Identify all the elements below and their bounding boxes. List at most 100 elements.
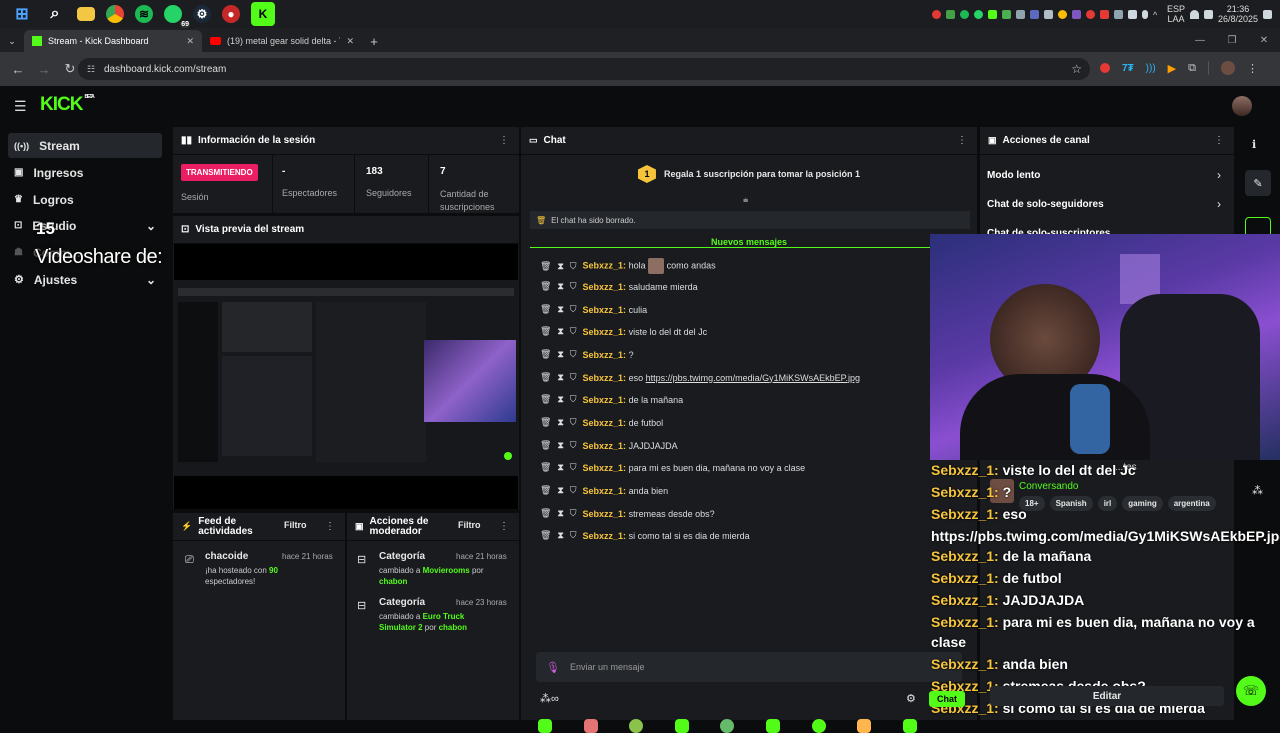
timeout-icon[interactable]: ⧗ (557, 462, 563, 473)
delete-message-icon[interactable]: 🗑 (540, 304, 551, 315)
chat-message[interactable]: 🗑 ⧗ ⛉ Sebxzz_1: hola como andas (540, 258, 716, 274)
bookmark-star-icon[interactable]: ☆ (1071, 62, 1082, 76)
ban-shield-icon[interactable]: ⛉ (570, 261, 577, 272)
notification-icon[interactable] (1263, 9, 1272, 19)
chat-link[interactable]: https://pbs.twimg.com/media/Gy1MiKSWsAEk… (646, 373, 860, 383)
delete-message-icon[interactable]: 🗑 (540, 394, 551, 405)
search-icon[interactable]: ⌕ (44, 3, 66, 25)
chat-button[interactable]: Chat (929, 691, 965, 707)
emote-icon[interactable] (812, 719, 826, 733)
share-icon[interactable]: ⁂ (1252, 484, 1263, 497)
ban-shield-icon[interactable]: ⛉ (570, 281, 577, 292)
chat-message[interactable]: 🗑 ⧗ ⛉ Sebxzz_1: culia (540, 304, 647, 315)
profile-avatar[interactable] (1221, 61, 1235, 75)
maximize-window-button[interactable]: ❐ (1216, 30, 1248, 52)
close-window-button[interactable]: ✕ (1248, 30, 1280, 52)
chat-username[interactable]: Sebxzz_1: (583, 373, 627, 383)
chat-username[interactable]: Sebxzz_1: (583, 350, 627, 360)
emote-icon[interactable] (857, 719, 871, 733)
spotify-icon[interactable]: ≋ (135, 5, 153, 23)
new-tab-button[interactable]: + (362, 30, 386, 52)
more-options-icon[interactable]: ⋮ (325, 521, 335, 532)
chat-username[interactable]: Sebxzz_1: (583, 463, 627, 473)
chat-username[interactable]: Sebxzz_1: (583, 441, 627, 451)
chat-message[interactable]: 🗑 ⧗ ⛉ Sebxzz_1: viste lo del dt del Jc (540, 326, 707, 337)
extension-icon[interactable]: ))) (1146, 63, 1156, 74)
ban-shield-icon[interactable]: ⛉ (570, 530, 577, 541)
minimize-window-button[interactable]: — (1184, 30, 1216, 52)
microphone-icon[interactable] (1141, 9, 1148, 19)
filter-button[interactable]: Filtro (458, 520, 481, 530)
microphone-icon[interactable]: 🎙 (546, 661, 560, 674)
delete-message-icon[interactable]: 🗑 (540, 281, 551, 292)
chat-username[interactable]: Sebxzz_1: (583, 282, 627, 292)
chat-input[interactable]: 🎙 Enviar un mensaje (536, 652, 962, 682)
hamburger-menu-icon[interactable]: ☰ (14, 98, 27, 115)
ban-shield-icon[interactable]: ⛉ (570, 372, 577, 383)
timeout-icon[interactable]: ⧗ (557, 394, 563, 405)
filter-button[interactable]: Filtro (284, 520, 307, 530)
ban-shield-icon[interactable]: ⛉ (570, 440, 577, 451)
chat-username[interactable]: Sebxzz_1: (583, 509, 627, 519)
tab-close-icon[interactable]: ✕ (346, 36, 354, 47)
ban-shield-icon[interactable]: ⛉ (570, 349, 577, 360)
more-options-icon[interactable]: ⋮ (1214, 135, 1224, 146)
address-bar[interactable]: ☷ dashboard.kick.com/stream ☆ (78, 58, 1090, 80)
tag-chip[interactable]: gaming (1122, 496, 1163, 511)
tray-kick-icon[interactable] (987, 9, 997, 19)
chat-message[interactable]: 🗑 ⧗ ⛉ Sebxzz_1: saludame mierda (540, 281, 698, 292)
sidebar-item-logros[interactable]: ♛ Logros (8, 187, 162, 212)
tray-app-icon[interactable] (1015, 9, 1025, 19)
timeout-icon[interactable]: ⧗ (557, 372, 563, 383)
user-avatar[interactable] (1232, 96, 1252, 116)
file-explorer-icon[interactable] (77, 7, 95, 21)
emote-icon[interactable] (903, 719, 917, 733)
back-arrow-icon[interactable]: ← (10, 62, 26, 77)
chevron-up-icon[interactable]: ^ (1153, 10, 1162, 20)
chat-message[interactable]: 🗑 ⧗ ⛉ Sebxzz_1: para mi es buen dia, mañana… (540, 462, 805, 473)
screen-recorder-icon[interactable]: ● (222, 5, 240, 23)
info-icon[interactable]: ℹ (1252, 138, 1256, 151)
sidebar-item-estudio[interactable]: ⊡ Estudio ⌄ (8, 213, 162, 238)
emote-icon[interactable] (720, 719, 734, 733)
slow-mode-toggle[interactable]: Modo lento (987, 170, 1040, 181)
ban-shield-icon[interactable]: ⛉ (570, 462, 577, 473)
steam-icon[interactable]: ⚙ (193, 5, 211, 23)
more-options-icon[interactable]: ⋮ (499, 521, 509, 532)
delete-message-icon[interactable]: 🗑 (540, 372, 551, 383)
chat-message[interactable]: 🗑 ⧗ ⛉ Sebxzz_1: de la mañana (540, 394, 683, 405)
delete-message-icon[interactable]: 🗑 (540, 326, 551, 337)
sidebar-item-stream[interactable]: ((•)) Stream (8, 133, 162, 158)
chevron-right-icon[interactable]: › (1217, 197, 1221, 211)
chat-message[interactable]: 🗑 ⧗ ⛉ Sebxzz_1: eso https://pbs.twimg.com/m… (540, 372, 860, 383)
emote-icon[interactable] (584, 719, 598, 733)
tab-close-icon[interactable]: ✕ (186, 36, 194, 47)
chat-message[interactable]: 🗑 ⧗ ⛉ Sebxzz_1: JAJDJAJDA (540, 440, 678, 451)
timeout-icon[interactable]: ⧗ (557, 281, 563, 292)
delete-message-icon[interactable]: 🗑 (540, 462, 551, 473)
tray-spotify-icon[interactable] (959, 9, 969, 19)
browser-tab-youtube[interactable]: (19) metal gear solid delta - Yo ✕ (202, 30, 362, 52)
extension-icon[interactable]: ▶ (1168, 62, 1176, 75)
tab-list-chevron-icon[interactable]: ⌄ (0, 30, 24, 52)
ban-shield-icon[interactable]: ⛉ (570, 304, 577, 315)
delete-message-icon[interactable]: 🗑 (540, 508, 551, 519)
browser-menu-icon[interactable]: ⋮ (1247, 62, 1258, 75)
chat-message[interactable]: 🗑 ⧗ ⛉ Sebxzz_1: ? (540, 349, 634, 360)
kick-app-icon[interactable]: K (251, 2, 275, 26)
tag-chip[interactable]: Spanish (1049, 496, 1093, 511)
extension-icon[interactable]: 7₮ (1122, 63, 1134, 74)
tray-chrome-icon[interactable] (1057, 9, 1067, 19)
clock[interactable]: 21:36 26/8/2025 (1218, 4, 1258, 24)
forward-arrow-icon[interactable]: → (36, 62, 52, 77)
timeout-icon[interactable]: ⧗ (557, 349, 563, 360)
timeout-icon[interactable]: ⧗ (557, 304, 563, 315)
delete-message-icon[interactable]: 🗑 (540, 530, 551, 541)
language-indicator[interactable]: ESP LAA (1167, 4, 1185, 24)
gear-icon[interactable]: ⚙ (906, 692, 916, 705)
ban-shield-icon[interactable]: ⛉ (570, 485, 577, 496)
tray-app-icon[interactable] (1085, 9, 1095, 19)
tray-app-icon[interactable] (1071, 9, 1081, 19)
tray-steam-icon[interactable] (1043, 9, 1053, 19)
delete-message-icon[interactable]: 🗑 (540, 349, 551, 360)
